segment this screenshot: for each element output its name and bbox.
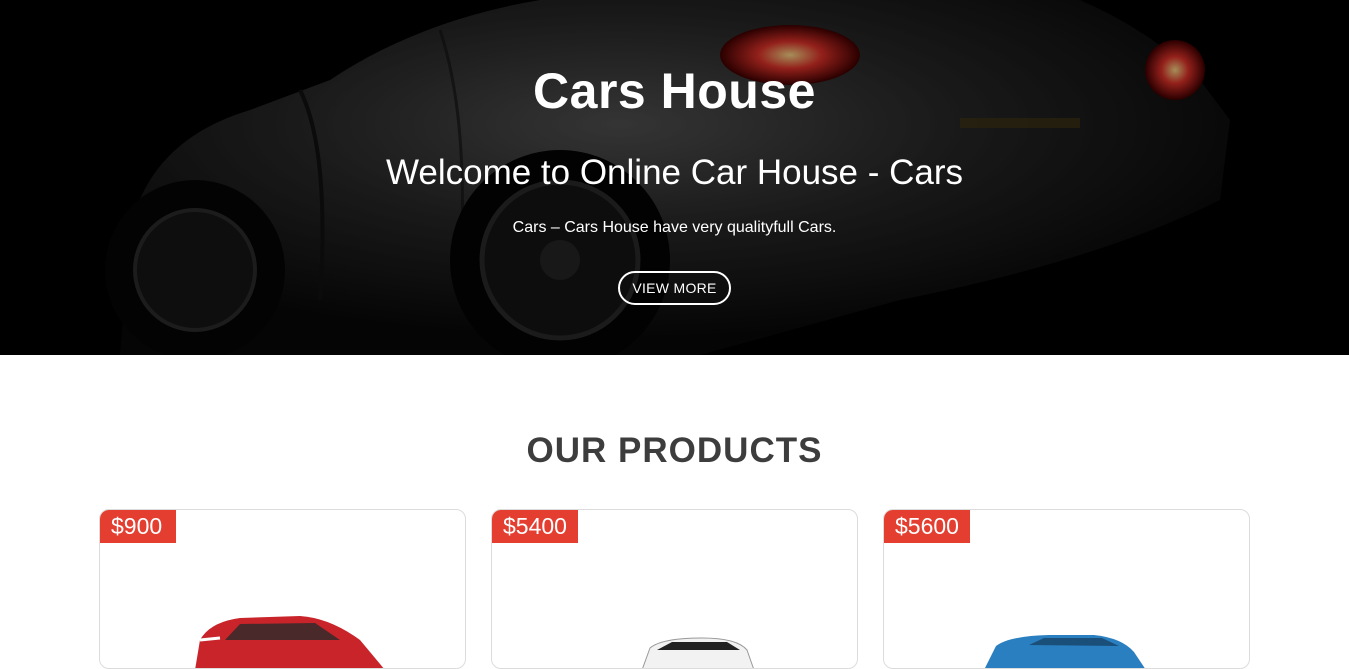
- price-badge: $900: [100, 510, 176, 543]
- price-badge: $5400: [492, 510, 578, 543]
- hero-banner: Cars House Welcome to Online Car House -…: [0, 0, 1349, 355]
- hero-description: Cars – Cars House have very qualityfull …: [512, 219, 837, 236]
- view-more-button[interactable]: VIEW MORE: [618, 271, 731, 305]
- product-card[interactable]: $5600: [883, 509, 1250, 669]
- price-badge: $5600: [884, 510, 970, 543]
- hero-subtitle: Welcome to Online Car House - Cars: [385, 153, 964, 192]
- products-heading: OUR PRODUCTS: [526, 431, 823, 470]
- product-card[interactable]: $900: [99, 509, 466, 669]
- car-image: [985, 635, 1145, 668]
- car-image: [195, 616, 384, 668]
- product-card[interactable]: $5400: [491, 509, 858, 669]
- site-title: Cars House: [533, 63, 816, 119]
- car-image: [642, 637, 754, 668]
